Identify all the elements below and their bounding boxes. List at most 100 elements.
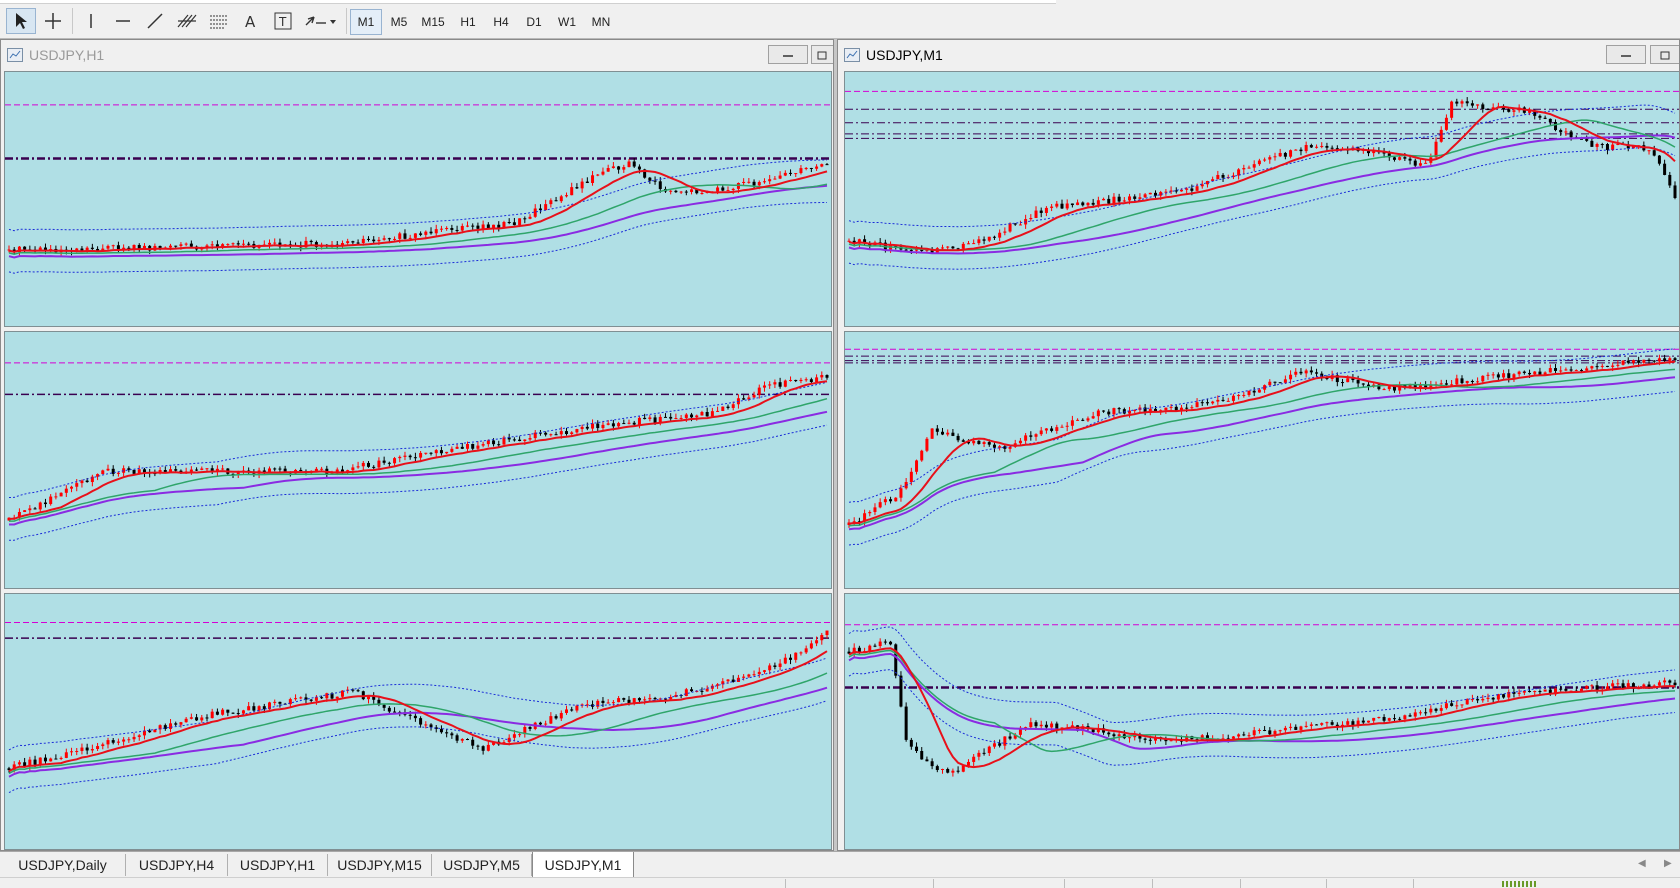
vertical-line-icon[interactable] [76,8,106,34]
candle-body [398,233,402,239]
timeframe-h4[interactable]: H4 [485,9,517,35]
candle-body [393,711,397,713]
grid-lines-icon[interactable] [204,8,234,34]
candle-body [799,652,803,654]
tab-scroll-right-icon[interactable]: ▶ [1664,858,1672,869]
toolbar-separator [346,8,347,34]
fibonacci-icon[interactable] [172,8,202,34]
text-icon[interactable]: A [236,8,266,34]
tab-usdjpy-m15[interactable]: USDJPY,M15 [328,854,432,876]
candle-body [815,640,819,644]
candle-body [1439,129,1443,142]
timeframe-d1[interactable]: D1 [518,9,550,35]
timeframe-h1[interactable]: H1 [452,9,484,35]
candle-body [80,747,84,752]
minimize-button[interactable] [768,45,808,64]
candle-body [783,380,787,387]
candle-body [778,663,782,667]
arrows-menu-icon[interactable] [300,8,340,34]
candle-body [460,739,464,741]
window-titlebar[interactable]: USDJPY,M1 [838,40,1679,70]
candle-body [617,423,621,427]
tab-usdjpy-m1[interactable]: USDJPY,M1 [532,852,634,878]
tab-usdjpy-daily[interactable]: USDJPY,Daily [0,854,126,876]
candle-body [1652,360,1656,362]
candle-body [1024,435,1028,441]
candle-body [205,468,209,470]
candle-body [1424,712,1428,714]
timeframe-m5[interactable]: M5 [383,9,415,35]
candle-body [116,472,120,474]
crosshair-icon[interactable] [38,8,68,34]
chart-pane-right-2[interactable] [844,331,1679,589]
candle-body [648,417,652,420]
candle-body [70,751,74,753]
chart-window-m1[interactable]: USDJPY,M1 [837,39,1680,851]
candle-body [611,423,615,427]
window-title: USDJPY,M1 [866,47,943,63]
trendline-icon[interactable] [140,8,170,34]
chart-pane-right-3[interactable] [844,593,1679,850]
restore-button[interactable] [811,45,833,64]
chart-plot[interactable] [845,332,1679,588]
candle-body [1517,371,1521,375]
chart-plot[interactable] [5,594,831,849]
chart-pane-left-1[interactable] [4,71,832,327]
tab-usdjpy-h4[interactable]: USDJPY,H4 [126,854,228,876]
candle-body [904,706,908,740]
candle-body [278,468,282,470]
candle-body [1263,729,1267,731]
candle-body [1034,434,1038,437]
tab-scroll-left-icon[interactable]: ◀ [1638,858,1646,869]
candle-body [75,483,79,487]
horizontal-line-icon[interactable] [108,8,138,34]
candle-body [1081,419,1085,421]
chart-plot[interactable] [5,332,831,588]
candle-body [75,751,79,753]
candle-body [1585,368,1589,371]
chart-plot[interactable] [845,72,1679,326]
candle-body [920,750,924,760]
candle-body [1522,371,1526,373]
timeframe-m1[interactable]: M1 [350,9,382,35]
candle-body [195,717,199,721]
candle-body [1595,685,1599,691]
candle-body [1429,708,1433,713]
candle-body [1548,118,1552,123]
candle-body [669,190,673,192]
candle-body [544,204,548,211]
candle-body [1179,189,1183,192]
window-titlebar[interactable]: USDJPY,H1 [1,40,833,70]
minimize-button[interactable] [1606,45,1646,64]
candle-body [622,423,626,425]
candle-body [1460,101,1464,104]
chart-pane-left-3[interactable] [4,593,832,850]
cursor-icon[interactable] [6,8,36,34]
candle-body [1528,691,1532,693]
candle-body [1439,383,1443,385]
candle-body [700,193,704,195]
candle-body [1091,202,1095,205]
restore-button[interactable] [1650,45,1679,64]
timeframe-mn[interactable]: MN [584,9,618,35]
chart-window-h1[interactable]: USDJPY,H1 [0,39,834,851]
candle-body [367,462,371,467]
candle-body [1559,370,1563,372]
tab-usdjpy-m5[interactable]: USDJPY,M5 [432,854,532,876]
candle-body [1221,174,1225,178]
chart-pane-left-2[interactable] [4,331,832,589]
timeframe-w1[interactable]: W1 [551,9,583,35]
candle-body [1112,196,1116,204]
chart-pane-right-1[interactable] [844,71,1679,327]
candle-body [1330,722,1334,725]
text-label-icon[interactable]: T [268,8,298,34]
candle-body [731,188,735,191]
chart-plot[interactable] [5,72,831,326]
candle-body [799,379,803,382]
chart-plot[interactable] [845,594,1679,849]
timeframe-m15[interactable]: M15 [416,9,450,35]
candle-body [726,190,730,192]
candle-body [606,702,610,704]
candle-body [241,710,245,714]
tab-usdjpy-h1[interactable]: USDJPY,H1 [228,854,328,876]
